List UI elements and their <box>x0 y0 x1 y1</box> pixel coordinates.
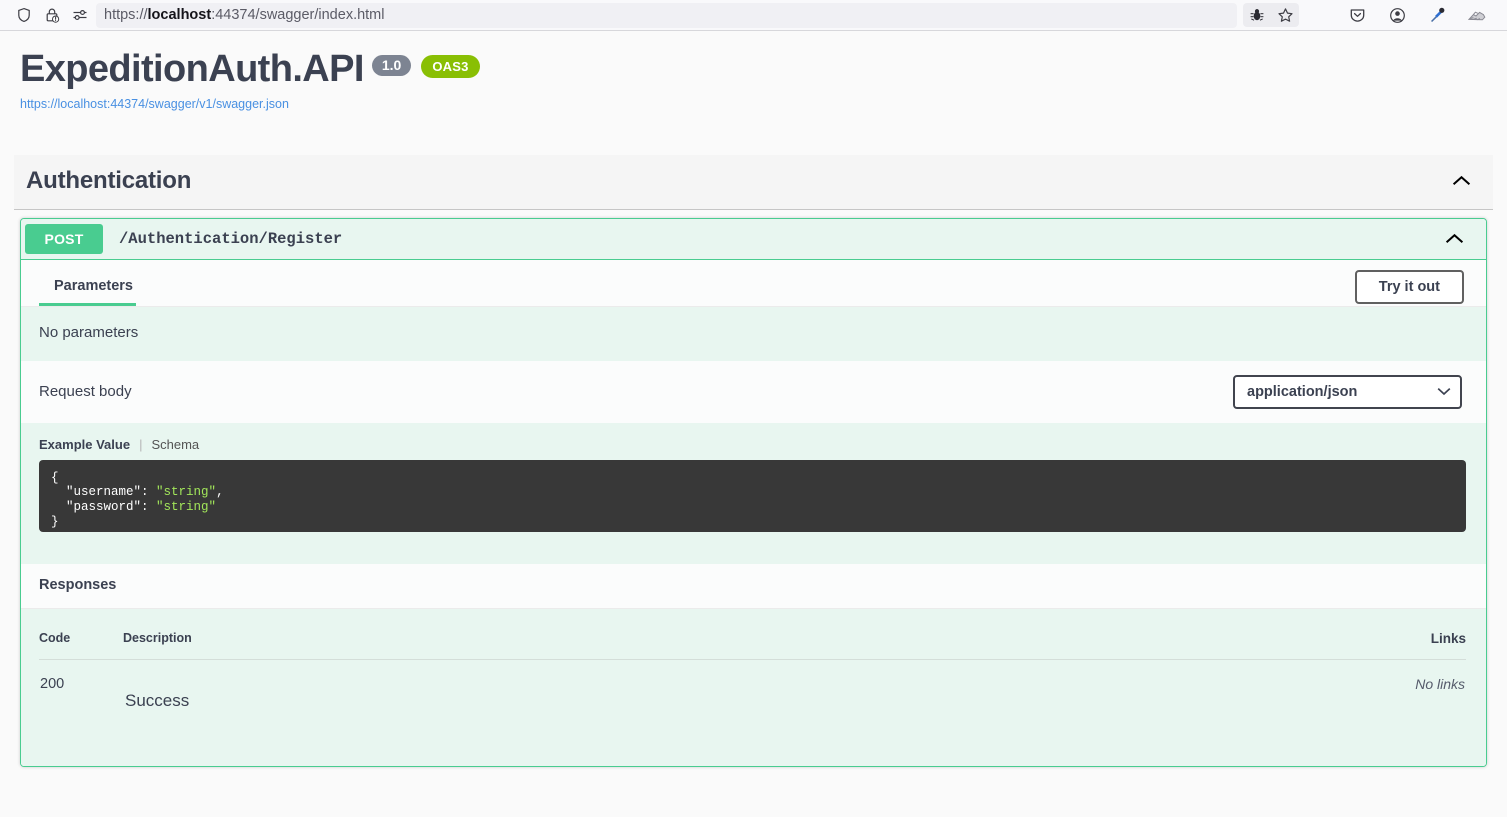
account-icon[interactable] <box>1383 3 1411 27</box>
response-description: Success <box>125 690 190 710</box>
operation-path: /Authentication/Register <box>119 229 343 248</box>
request-body-example: Example Value | Schema { "username": "st… <box>21 422 1486 564</box>
operation-summary[interactable]: POST /Authentication/Register <box>21 218 1486 260</box>
example-tab-bar: Example Value | Schema <box>39 437 1466 452</box>
no-parameters-text: No parameters <box>21 306 1486 361</box>
api-info: ExpeditionAuth.API 1.0 OAS3 https://loca… <box>0 31 1507 111</box>
pocket-icon[interactable] <box>1343 3 1371 27</box>
tag-title: Authentication <box>26 166 192 194</box>
tab-parameters[interactable]: Parameters <box>39 270 136 306</box>
eyedropper-icon[interactable] <box>1423 3 1451 27</box>
tab-divider: | <box>139 436 143 452</box>
chevron-up-icon[interactable] <box>1444 229 1464 249</box>
bookmark-star-icon[interactable] <box>1271 3 1299 27</box>
http-method-badge: POST <box>25 223 103 254</box>
column-header-description: Description <box>123 630 889 660</box>
tag-header-authentication[interactable]: Authentication <box>14 154 1493 210</box>
url-bar[interactable]: https://localhost:44374/swagger/index.ht… <box>96 2 1237 28</box>
page-title: ExpeditionAuth.API <box>20 48 364 90</box>
table-row: 200 Success No links <box>39 659 1466 712</box>
table-header-row: Code Description Links <box>39 630 1466 660</box>
operation-post-authentication-register: POST /Authentication/Register Parameters… <box>20 217 1487 767</box>
parameters-tab-bar: Parameters Try it out <box>21 259 1486 307</box>
spec-url-link[interactable]: https://localhost:44374/swagger/v1/swagg… <box>20 97 1487 111</box>
tab-schema[interactable]: Schema <box>151 437 199 452</box>
oas-badge: OAS3 <box>421 55 480 78</box>
responses-table: Code Description Links 200 Success No li… <box>39 630 1466 712</box>
extension-icon[interactable] <box>1463 3 1491 27</box>
content-type-select-wrap: application/json <box>1233 374 1462 409</box>
responses-table-body: 200 Success No links <box>39 659 1466 712</box>
parameters-header-row: Parameters Try it out <box>21 259 1486 306</box>
response-links: No links <box>1415 675 1465 692</box>
shield-icon[interactable] <box>10 3 38 27</box>
try-it-out-button[interactable]: Try it out <box>1354 269 1464 304</box>
version-badge: 1.0 <box>371 55 412 76</box>
responses-body: Code Description Links 200 Success No li… <box>21 608 1486 766</box>
toolbar-right-icons <box>1243 3 1497 27</box>
bug-icon[interactable] <box>1243 3 1271 27</box>
request-body-label: Request body <box>39 383 132 401</box>
response-code: 200 <box>40 675 65 692</box>
responses-heading: Responses <box>21 563 1486 609</box>
operation-body: Parameters Try it out No parameters Requ… <box>21 259 1486 766</box>
tab-example-value[interactable]: Example Value <box>39 437 130 452</box>
example-value-code: { "username": "string", "password": "str… <box>39 459 1466 532</box>
permissions-icon[interactable] <box>66 3 94 27</box>
chevron-up-icon[interactable] <box>1451 171 1471 191</box>
swagger-ui-page: ExpeditionAuth.API 1.0 OAS3 https://loca… <box>0 31 1507 817</box>
tag-section-authentication: Authentication POST /Authentication/Regi… <box>0 154 1507 767</box>
column-header-code: Code <box>39 630 123 660</box>
browser-toolbar: https://localhost:44374/swagger/index.ht… <box>0 0 1507 31</box>
request-body-row: Request body application/json <box>21 360 1486 423</box>
column-header-links: Links <box>889 630 1466 660</box>
content-type-select[interactable]: application/json <box>1233 374 1462 409</box>
lock-warning-icon[interactable] <box>38 3 66 27</box>
api-title-row: ExpeditionAuth.API 1.0 OAS3 <box>20 48 1487 91</box>
url-text: https://localhost:44374/swagger/index.ht… <box>104 7 385 23</box>
